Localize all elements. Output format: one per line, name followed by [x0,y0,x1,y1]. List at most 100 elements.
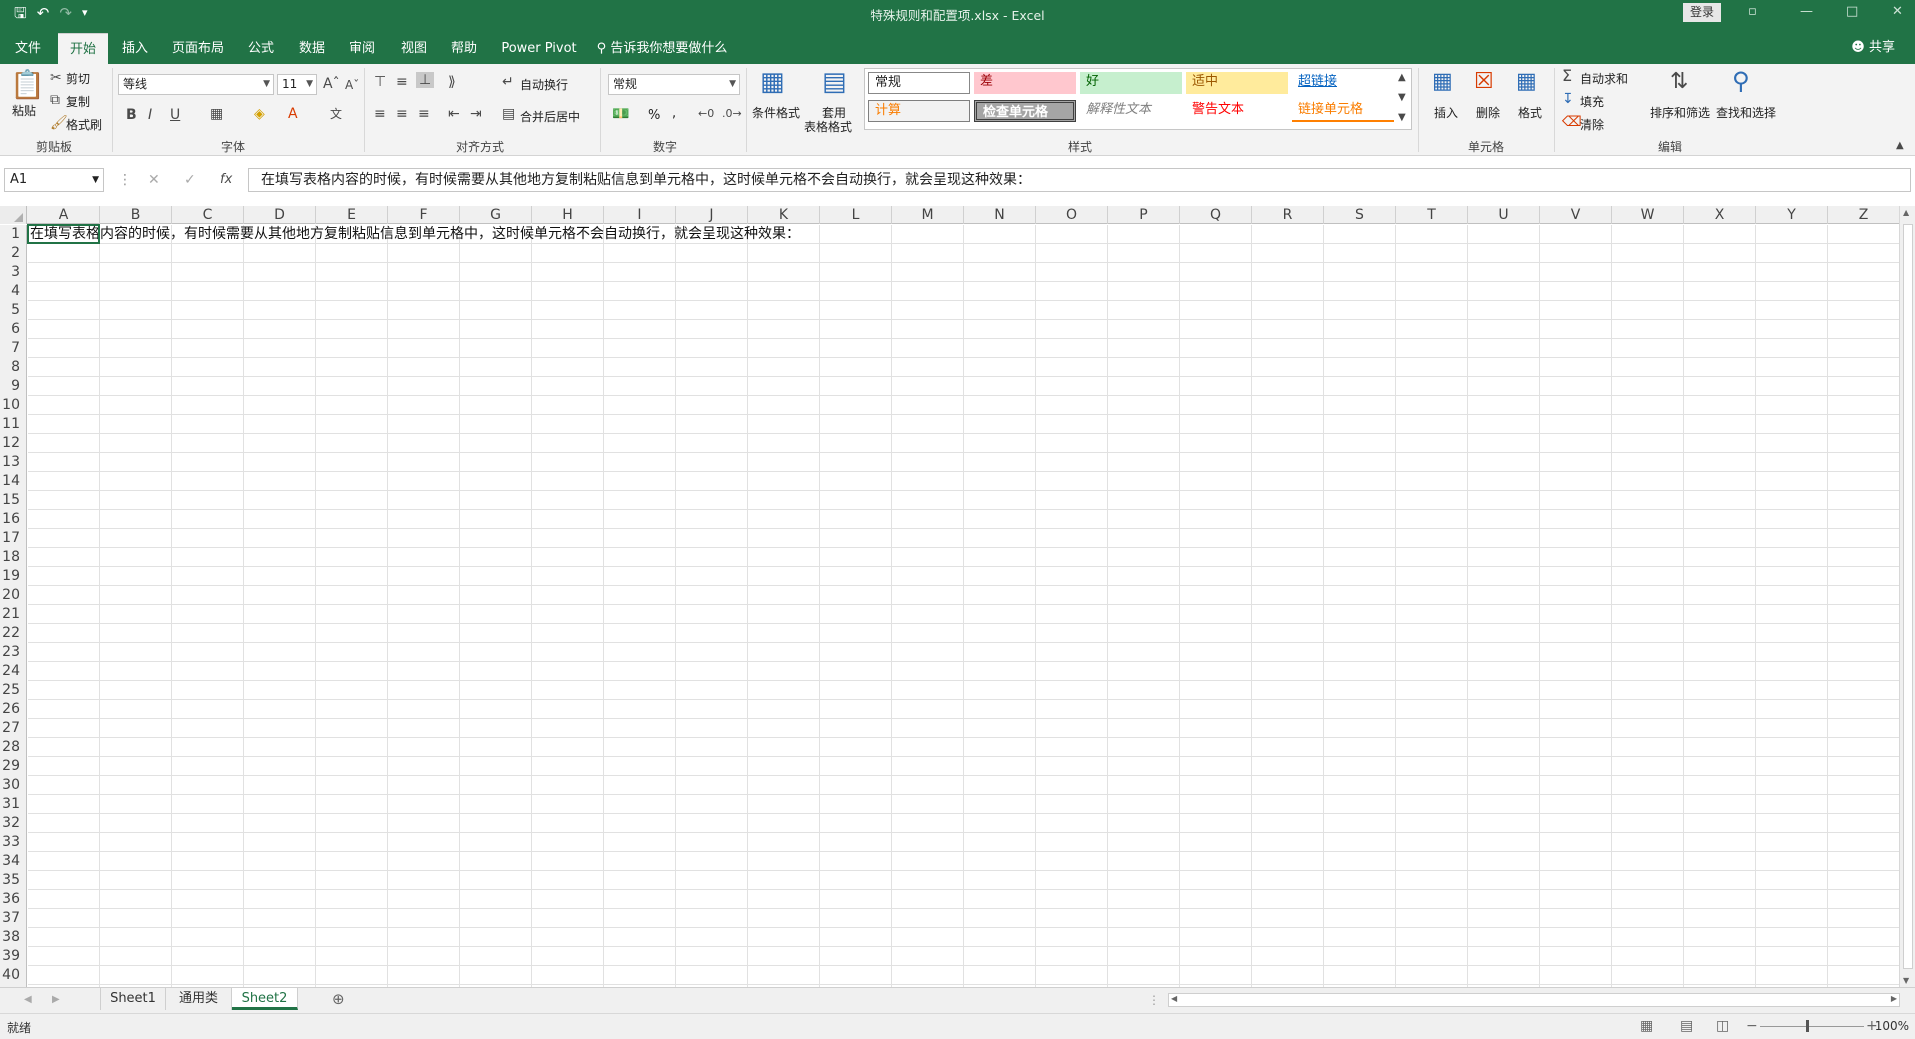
scroll-up-icon[interactable]: ▲ [1903,208,1909,217]
minimize-icon[interactable]: — [1800,4,1813,19]
font-name-select[interactable]: 等线 ▼ [118,74,274,95]
style-normal[interactable]: 常规 [868,72,970,94]
row-header[interactable]: 36 [0,890,26,909]
conditional-format-icon[interactable]: ▦ [760,68,785,96]
format-painter-button[interactable]: 格式刷 [66,116,102,133]
cut-icon[interactable]: ✂ [50,70,62,86]
column-header[interactable]: N [964,206,1036,224]
row-header[interactable]: 40 [0,966,26,985]
row-header[interactable]: 14 [0,472,26,491]
format-cells-button[interactable]: 格式 [1518,104,1542,121]
column-header[interactable]: B [100,206,172,224]
column-header[interactable]: C [172,206,244,224]
column-header[interactable]: W [1612,206,1684,224]
column-header[interactable]: F [388,206,460,224]
align-middle-icon[interactable]: ≡ [396,74,408,90]
zoom-level[interactable]: 100% [1875,1019,1909,1033]
column-header[interactable]: O [1036,206,1108,224]
row-header[interactable]: 2 [0,244,26,263]
cell-area[interactable] [28,225,1899,987]
name-box[interactable]: A1 ▼ [4,168,104,192]
style-neutral[interactable]: 适中 [1186,72,1288,94]
column-header[interactable]: H [532,206,604,224]
add-sheet-icon[interactable]: ⊕ [332,991,345,1007]
accounting-format-icon[interactable]: 💵 [612,106,629,122]
style-good[interactable]: 好 [1080,72,1182,94]
bold-icon[interactable]: B [126,107,137,123]
style-hyperlink[interactable]: 超链接 [1292,72,1394,94]
italic-icon[interactable]: I [148,107,152,123]
tab-power-pivot[interactable]: Power Pivot [498,33,580,64]
row-header[interactable]: 29 [0,757,26,776]
column-header[interactable]: T [1396,206,1468,224]
row-header[interactable]: 26 [0,700,26,719]
gallery-up-icon[interactable]: ▲ [1398,70,1406,86]
row-header[interactable]: 5 [0,301,26,320]
delete-cells-icon[interactable]: ☒ [1474,70,1494,94]
row-header[interactable]: 34 [0,852,26,871]
close-icon[interactable]: ✕ [1892,4,1903,19]
column-header[interactable]: R [1252,206,1324,224]
align-center-icon[interactable]: ≡ [396,106,408,122]
comma-button[interactable]: , [672,106,676,121]
cut-button[interactable]: 剪切 [66,70,90,87]
format-as-table-icon[interactable]: ▤ [822,68,847,96]
row-header[interactable]: 33 [0,833,26,852]
row-header[interactable]: 7 [0,339,26,358]
normal-view-icon[interactable]: ▦ [1640,1018,1653,1034]
font-size-select[interactable]: 11 ▼ [277,74,317,95]
gallery-down-icon[interactable]: ▼ [1398,90,1406,106]
autosum-button[interactable]: 自动求和 [1580,70,1628,87]
zoom-out-icon[interactable]: − [1746,1018,1758,1034]
increase-font-icon[interactable]: Aˆ [323,76,340,92]
column-header[interactable]: D [244,206,316,224]
style-warning[interactable]: 警告文本 [1186,100,1288,122]
wrap-text-button[interactable]: 自动换行 [520,76,568,93]
select-all-button[interactable] [0,206,27,224]
clear-button[interactable]: 清除 [1580,116,1604,133]
tab-help[interactable]: 帮助 [440,33,488,64]
login-button[interactable]: 登录 [1683,3,1721,22]
page-layout-view-icon[interactable]: ▤ [1680,1018,1693,1034]
column-header[interactable]: E [316,206,388,224]
horizontal-scrollbar[interactable]: ◀ ▶ [1168,993,1900,1007]
column-header[interactable]: A [28,206,100,224]
underline-icon[interactable]: U [170,107,180,123]
column-header[interactable]: I [604,206,676,224]
row-header[interactable]: 11 [0,415,26,434]
row-header[interactable]: 37 [0,909,26,928]
tab-data[interactable]: 数据 [288,33,336,64]
row-header[interactable]: 10 [0,396,26,415]
row-header[interactable]: 30 [0,776,26,795]
column-header[interactable]: J [676,206,748,224]
column-header[interactable]: G [460,206,532,224]
number-format-select[interactable]: 常规 ▼ [608,74,740,95]
row-header[interactable]: 39 [0,947,26,966]
row-header[interactable]: 24 [0,662,26,681]
sort-filter-button[interactable]: 排序和筛选 [1650,104,1710,121]
insert-cells-icon[interactable]: ▦ [1432,70,1453,94]
row-header[interactable]: 9 [0,377,26,396]
scroll-right-icon[interactable]: ▶ [1891,994,1897,1003]
formula-input[interactable]: 在填写表格内容的时候，有时候需要从其他地方复制粘贴信息到单元格中，这时候单元格不… [248,168,1911,192]
column-header[interactable]: Q [1180,206,1252,224]
fill-icon[interactable]: ↧ [1562,91,1574,107]
percent-button[interactable]: % [648,108,660,123]
eraser-icon[interactable]: ⌫ [1562,114,1582,130]
wrap-text-icon[interactable]: ↵ [502,74,514,90]
align-right-icon[interactable]: ≡ [418,106,430,122]
tab-view[interactable]: 视图 [390,33,438,64]
align-bottom-icon[interactable]: ⊥ [416,72,435,88]
fill-color-icon[interactable]: ◈ [254,106,265,122]
column-header[interactable]: V [1540,206,1612,224]
paste-button[interactable]: 粘贴 [12,102,36,119]
column-header[interactable]: S [1324,206,1396,224]
insert-function-icon[interactable]: fx [220,172,232,188]
fill-button[interactable]: 填充 [1580,93,1604,110]
find-select-icon[interactable]: ⚲ [1732,68,1750,94]
orientation-icon[interactable]: ⟫ [448,74,456,90]
row-header[interactable]: 28 [0,738,26,757]
phonetic-icon[interactable]: 文 [330,106,342,122]
zoom-slider[interactable] [1760,1026,1864,1027]
decrease-decimal-icon[interactable]: .0→ [722,106,742,122]
